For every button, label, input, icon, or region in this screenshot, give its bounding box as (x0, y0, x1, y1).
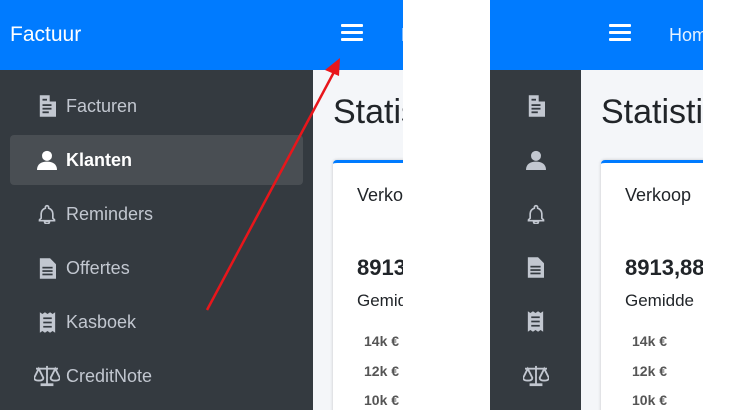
hamburger-bar-icon (341, 31, 363, 34)
receipt-icon (34, 312, 60, 333)
hamburger-bar-icon (341, 38, 363, 41)
y-tick-label: 10k € (632, 392, 668, 408)
sidebar-item-kasboek[interactable]: Kasboek (10, 297, 303, 347)
top-navbar: H (313, 0, 403, 70)
page-title: Statisti (601, 93, 703, 131)
document-icon (527, 257, 544, 283)
page-title: Statis (333, 93, 403, 131)
sidebar-item-label: Reminders (66, 203, 154, 224)
sidebar-item-klanten[interactable]: Klanten (10, 135, 303, 185)
user-icon (526, 150, 546, 175)
user-icon (34, 150, 60, 170)
sidebar-item-label: Offertes (66, 257, 130, 278)
hamburger-bar-icon (609, 38, 631, 41)
brand-logo[interactable]: Factuur (0, 0, 313, 70)
sidebar-item-offertes[interactable] (490, 243, 581, 297)
card-value: 8913,88 (625, 255, 703, 280)
sidebar-menu: Facturen Klanten Reminders Offertes Kasb… (10, 81, 303, 405)
sidebar-item-creditnote[interactable]: CreditNote (10, 351, 303, 401)
y-tick-label: 14k € (632, 333, 668, 349)
chart-y-ticks: 14k € 12k € 10k € (364, 333, 399, 410)
sidebar-toggle-button[interactable] (341, 24, 363, 44)
sidebar-menu (490, 81, 581, 405)
sidebar-toggle-button[interactable] (609, 24, 631, 44)
sidebar-item-label: Klanten (66, 149, 133, 170)
card-subtitle: Gemid (357, 291, 403, 310)
y-tick-label: 12k € (632, 362, 668, 379)
sidebar-item-klanten[interactable] (490, 135, 581, 189)
sales-card: Verko 8913 Gemid 14k € 12k € 10k € (333, 160, 403, 410)
sidebar-item-facturen[interactable] (490, 81, 581, 135)
nav-home-link[interactable]: Home (669, 0, 703, 70)
bell-icon (34, 204, 60, 224)
expanded-view-panel: H Factuur Facturen Klanten Reminders Off… (0, 0, 403, 410)
sidebar: Factuur Facturen Klanten Reminders Offer… (0, 0, 313, 410)
y-tick-label: 12k € (364, 362, 400, 379)
invoice-icon (34, 95, 60, 117)
sidebar-item-kasboek[interactable] (490, 297, 581, 351)
sidebar-item-creditnote[interactable] (490, 351, 581, 405)
balance-scale-icon (34, 365, 60, 387)
sidebar-item-reminders[interactable]: Reminders (10, 189, 303, 239)
sidebar-item-label: CreditNote (66, 365, 153, 386)
sidebar-item-offertes[interactable]: Offertes (10, 243, 303, 293)
bell-icon (526, 204, 546, 229)
sales-card: Verkoop 8913,88 Gemidde 14k € 12k € 10k … (601, 160, 703, 410)
brand-area (490, 0, 581, 70)
chart-y-ticks: 14k € 12k € 10k € (632, 333, 667, 410)
invoice-icon (527, 95, 545, 122)
hamburger-bar-icon (609, 24, 631, 27)
sidebar-item-label: Kasboek (66, 311, 137, 332)
y-tick-label: 10k € (364, 392, 400, 408)
card-title: Verko (357, 185, 403, 205)
hamburger-bar-icon (341, 24, 363, 27)
document-icon (34, 258, 60, 279)
sidebar-item-reminders[interactable] (490, 189, 581, 243)
card-subtitle: Gemidde (625, 291, 694, 310)
card-title: Verkoop (625, 185, 692, 205)
nav-home-link[interactable]: H (401, 0, 403, 70)
y-tick-label: 14k € (364, 333, 400, 349)
top-navbar: Home (581, 0, 703, 70)
sidebar-item-label: Facturen (66, 95, 138, 116)
balance-scale-icon (523, 365, 549, 392)
card-value: 8913 (357, 255, 403, 280)
collapsed-view-panel: Home Statisti Verkoop 8913,88 Gemidde 14… (490, 0, 703, 410)
hamburger-bar-icon (609, 31, 631, 34)
sidebar-collapsed (490, 0, 581, 410)
sidebar-item-facturen[interactable]: Facturen (10, 81, 303, 131)
receipt-icon (527, 311, 544, 337)
